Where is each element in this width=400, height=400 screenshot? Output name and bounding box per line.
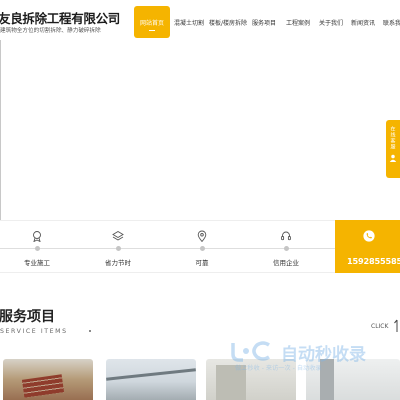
hero-divider: [0, 40, 1, 220]
feature-dot: [283, 246, 289, 251]
services-more-link[interactable]: CLICK: [371, 323, 388, 330]
services-subtitle: SERVICE ITEMS: [0, 328, 68, 335]
feature-professional: 专业施工: [0, 221, 77, 274]
feature-dot: [34, 246, 40, 251]
service-card[interactable]: [306, 359, 400, 400]
nav-item-cases[interactable]: 工程案例: [280, 6, 316, 38]
service-card[interactable]: [106, 359, 196, 400]
subtitle-dot: [89, 330, 91, 332]
nav-item-news[interactable]: 新闻资讯: [346, 6, 380, 38]
hotline-box[interactable]: 15928555858: [335, 220, 400, 273]
service-card[interactable]: [206, 359, 296, 400]
nav-item-demolition[interactable]: 楼板/楼房拆除: [208, 6, 248, 38]
nav-item-home[interactable]: 网站首页: [134, 6, 170, 38]
brand-name[interactable]: 友良拆除工程有限公司: [0, 8, 120, 27]
feature-reliable: 可靠: [162, 221, 242, 274]
hotline-number[interactable]: 15928555858: [347, 256, 400, 266]
nav-item-services[interactable]: 服务项目: [248, 6, 280, 38]
feature-efficient: 省力节时: [78, 221, 158, 274]
hero-banner: [0, 40, 400, 220]
feature-dot: [199, 246, 205, 251]
main-nav: 网站首页 混凝土切割 楼板/楼房拆除 服务项目 工程案例 关于我们 新闻资讯 联…: [134, 6, 400, 38]
headset-icon: [281, 231, 291, 241]
nav-item-concrete-cutting[interactable]: 混凝土切割: [170, 6, 208, 38]
site-header: 友良拆除工程有限公司 建筑物全方位的切割拆除、静力破碎拆除 网站首页 混凝土切割…: [0, 0, 400, 40]
brand-tagline: 建筑物全方位的切割拆除、静力破碎拆除: [0, 28, 101, 34]
scroll-arrow-icon[interactable]: [393, 316, 400, 336]
services-title: 服务项目: [0, 309, 55, 325]
service-card[interactable]: [3, 359, 93, 400]
service-card-image: [216, 365, 246, 400]
service-card-image: [21, 374, 65, 398]
nav-item-about[interactable]: 关于我们: [316, 6, 346, 38]
floating-contact-tab[interactable]: 在线客服: [386, 120, 400, 178]
nav-item-contact[interactable]: 联系我们: [380, 6, 400, 38]
phone-icon: [363, 230, 375, 242]
user-icon: [389, 154, 397, 162]
service-card-image: [106, 368, 196, 381]
feature-label: 省力节时: [105, 259, 131, 267]
feature-credit: 信用企业: [246, 221, 326, 274]
service-card-image: [320, 359, 334, 400]
feature-dot: [115, 246, 121, 251]
quality-icon: [33, 231, 41, 242]
location-pin-icon: [197, 230, 207, 242]
feature-label: 可靠: [195, 259, 209, 267]
layers-icon: [112, 230, 124, 241]
feature-label: 专业施工: [24, 259, 50, 267]
floating-contact-label: 在线客服: [389, 126, 396, 150]
feature-label: 信用企业: [273, 259, 299, 267]
